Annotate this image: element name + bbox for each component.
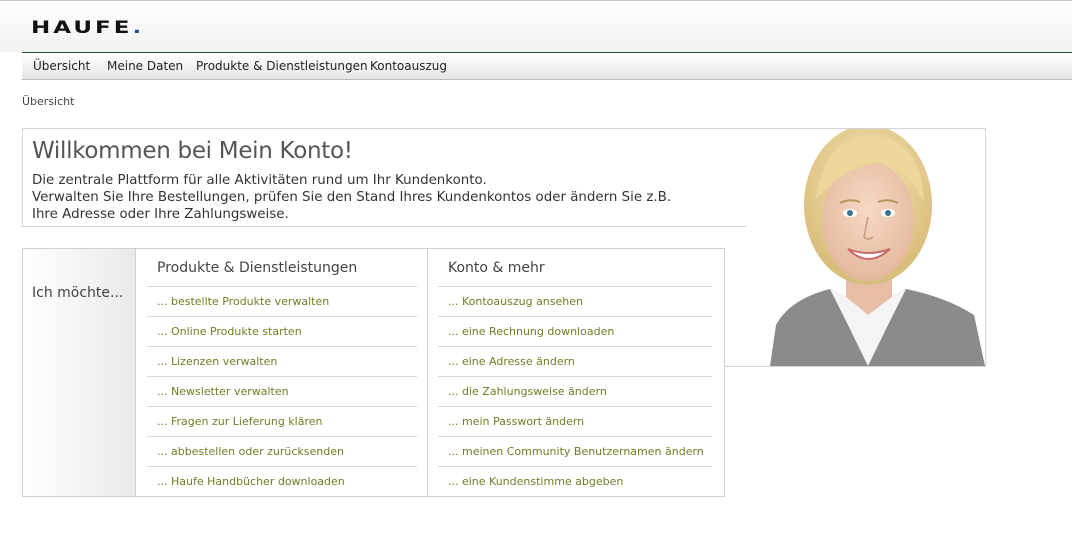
link-bestellte-produkte-verwalten[interactable]: ... bestellte Produkte verwalten [157,295,329,308]
nav-item-produkte-dienstleistungen[interactable]: Produkte & Dienstleistungen [196,53,368,80]
main-navigation: Übersicht Meine Daten Produkte & Dienstl… [22,52,1072,80]
logo-text: HAUFE [31,18,133,38]
link-separator [147,316,417,317]
link-kontoauszug-ansehen[interactable]: ... Kontoauszug ansehen [448,295,583,308]
link-separator [438,466,712,467]
link-separator [147,406,417,407]
link-zahlungsweise-aendern[interactable]: ... die Zahlungsweise ändern [448,385,607,398]
link-separator [147,436,417,437]
link-separator [438,436,712,437]
breadcrumb: Übersicht [22,95,75,108]
link-separator [147,466,417,467]
nav-item-uebersicht[interactable]: Übersicht [33,53,90,80]
link-abbestellen-zuruecksenden[interactable]: ... abbestellen oder zurücksenden [157,445,344,458]
link-lizenzen-verwalten[interactable]: ... Lizenzen verwalten [157,355,277,368]
link-haufe-handbuecher-downloaden[interactable]: ... Haufe Handbücher downloaden [157,475,345,488]
link-separator [147,376,417,377]
logo-dot: . [132,18,145,38]
link-fragen-zur-lieferung[interactable]: ... Fragen zur Lieferung klären [157,415,322,428]
link-separator [438,346,712,347]
column-title-konto: Konto & mehr [448,260,545,276]
haufe-logo[interactable]: HAUFE. [31,19,144,38]
welcome-line-2: Verwalten Sie Ihre Bestellungen, prüfen … [32,190,672,205]
column-rule [438,286,712,287]
link-passwort-aendern[interactable]: ... mein Passwort ändern [448,415,584,428]
link-community-benutzername-aendern[interactable]: ... meinen Community Benutzernamen änder… [448,445,704,458]
welcome-title: Willkommen bei Mein Konto! [32,138,353,164]
link-kundenstimme-abgeben[interactable]: ... eine Kundenstimme abgeben [448,475,623,488]
welcome-line-3: Ihre Adresse oder Ihre Zahlungsweise. [32,207,289,222]
actions-label: Ich möchte... [32,285,124,301]
column-title-produkte: Produkte & Dienstleistungen [157,260,358,276]
link-separator [438,316,712,317]
nav-item-kontoauszug[interactable]: Kontoauszug [370,53,447,80]
customer-portrait-image [746,129,985,366]
link-separator [147,346,417,347]
welcome-line-1: Die zentrale Plattform für alle Aktivitä… [32,173,487,188]
link-separator [438,406,712,407]
portrait-illustration [746,129,985,366]
welcome-text: Die zentrale Plattform für alle Aktivitä… [32,172,672,223]
column-rule [147,286,417,287]
nav-item-meine-daten[interactable]: Meine Daten [107,53,183,80]
welcome-divider [22,226,746,248]
link-adresse-aendern[interactable]: ... eine Adresse ändern [448,355,575,368]
link-rechnung-downloaden[interactable]: ... eine Rechnung downloaden [448,325,614,338]
column-divider [427,249,428,496]
site-header: HAUFE. [0,0,1072,52]
link-online-produkte-starten[interactable]: ... Online Produkte starten [157,325,302,338]
link-newsletter-verwalten[interactable]: ... Newsletter verwalten [157,385,289,398]
link-separator [438,376,712,377]
